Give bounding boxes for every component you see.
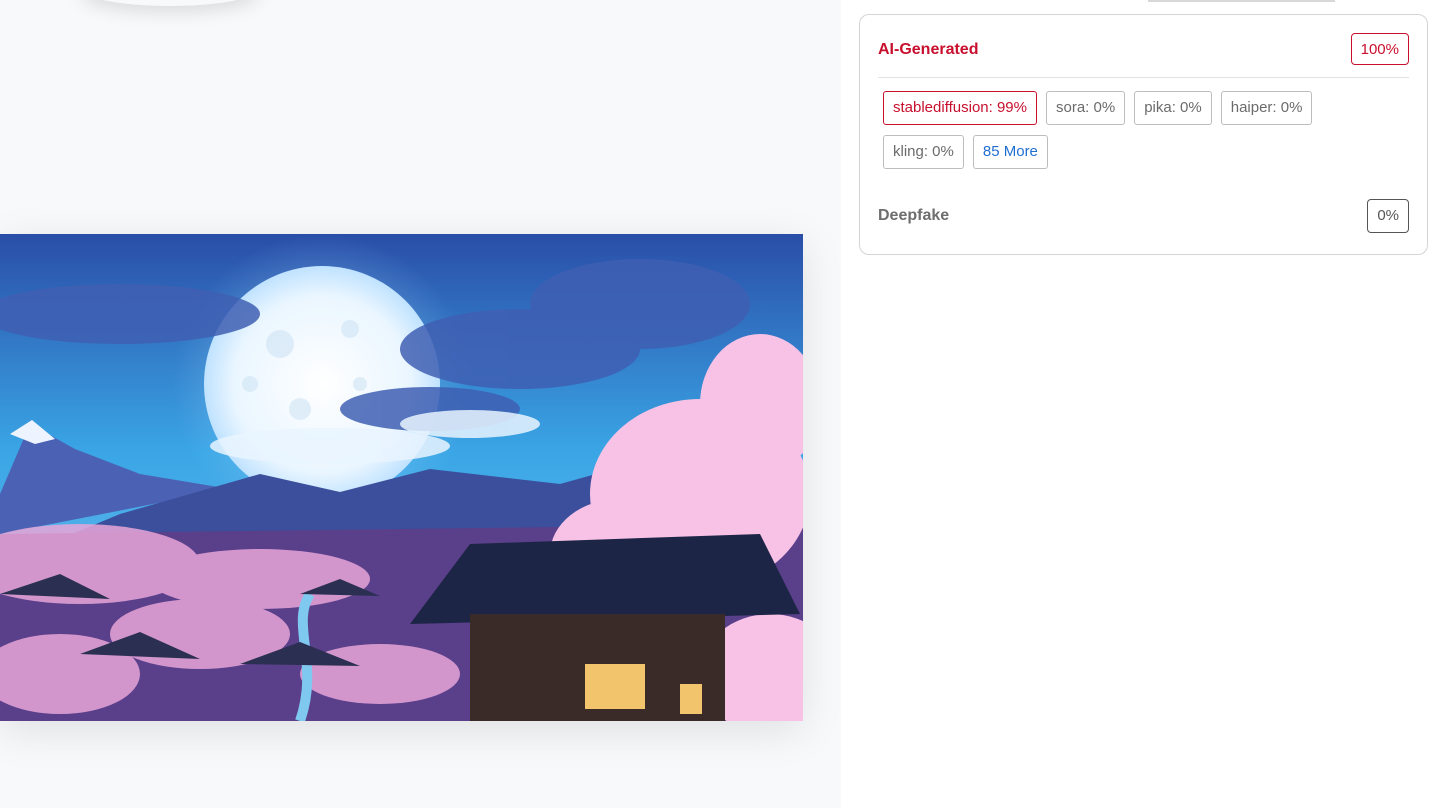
tab-indicator — [1148, 0, 1335, 2]
deepfake-score-badge: 0% — [1367, 199, 1409, 233]
model-chip-sora: sora: 0% — [1045, 91, 1126, 125]
model-breakdown-list: stablediffusion: 99% sora: 0% pika: 0% h… — [883, 91, 1353, 169]
model-chip-kling: kling: 0% — [883, 135, 964, 169]
detection-result-card: AI-Generated 100% stablediffusion: 99% s… — [859, 14, 1428, 255]
model-chip-stablediffusion: stablediffusion: 99% — [883, 91, 1037, 125]
upload-area-shadow — [80, 0, 260, 6]
ai-generated-label: AI-Generated — [878, 41, 979, 58]
ai-generated-row: AI-Generated 100% — [878, 33, 1409, 78]
deepfake-label: Deepfake — [878, 207, 950, 224]
detection-results-pane: AI-Generated 100% stablediffusion: 99% s… — [841, 0, 1440, 808]
model-chip-pika: pika: 0% — [1134, 91, 1212, 125]
analyzed-image — [0, 234, 803, 721]
ai-generated-score-badge: 100% — [1350, 33, 1409, 65]
model-chip-haiper: haiper: 0% — [1220, 91, 1313, 125]
show-more-models-button[interactable]: 85 More — [972, 135, 1048, 169]
image-preview-pane — [0, 0, 841, 808]
